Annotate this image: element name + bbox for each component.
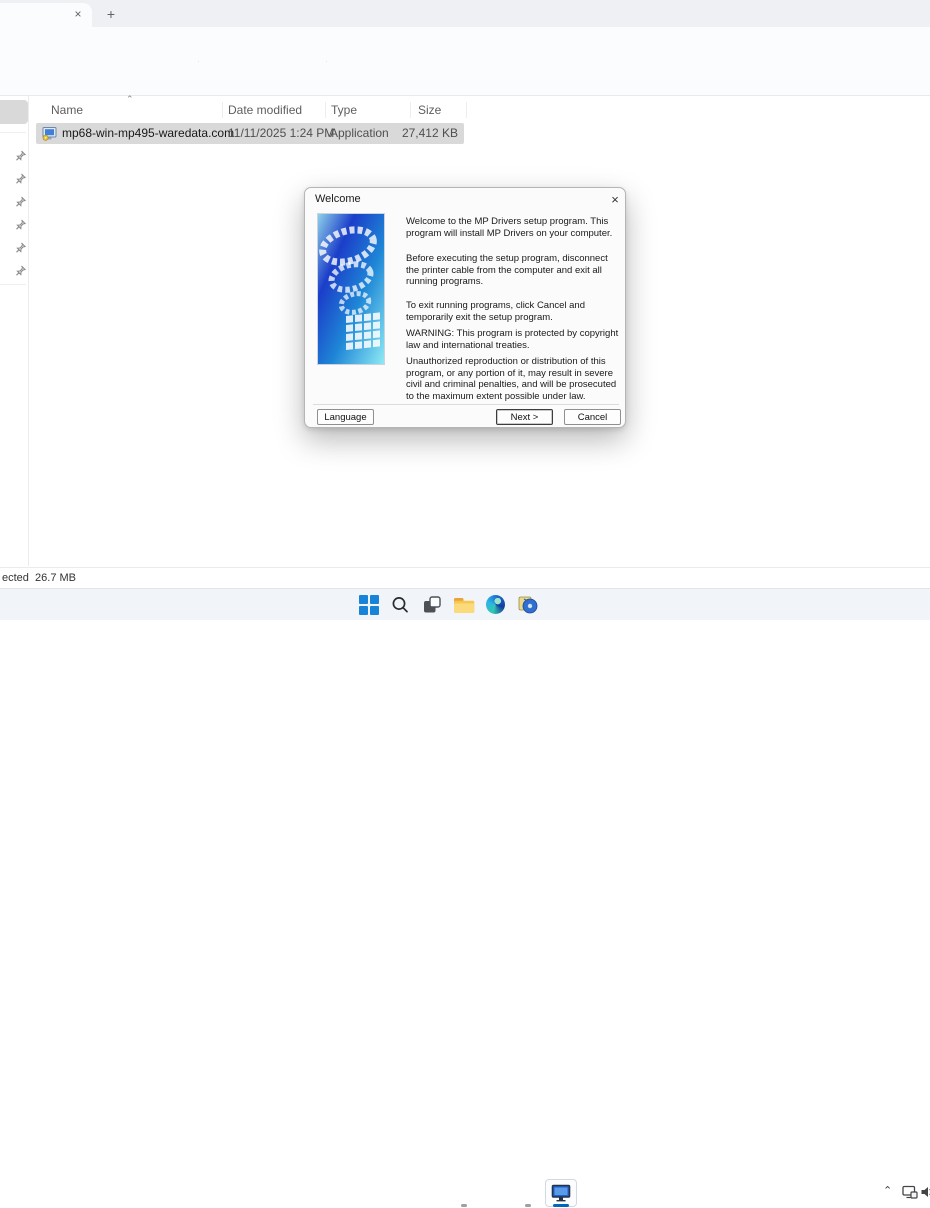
- tab-close-icon[interactable]: ×: [70, 6, 86, 22]
- column-header-name[interactable]: Name: [51, 103, 83, 117]
- new-tab-button[interactable]: +: [102, 5, 120, 23]
- dialog-title: Welcome: [315, 193, 361, 205]
- table-row[interactable]: mp68-win-mp495-waredata.com 11/11/2025 1…: [36, 123, 464, 144]
- sidebar-selected-item[interactable]: [0, 100, 28, 124]
- sidebar-divider: [28, 96, 29, 566]
- address-bar-row: ↑ › New folder ⌄ ↻: [0, 62, 930, 155]
- active-window-button[interactable]: [545, 1179, 577, 1207]
- tray-speaker-icon[interactable]: [920, 1185, 930, 1204]
- active-app-indicator: [553, 1204, 569, 1207]
- dialog-paragraph: Before executing the setup program, disc…: [406, 253, 608, 287]
- file-date-modified: 11/11/2025 1:24 PM: [228, 126, 335, 140]
- dialog-paragraph: To exit running programs, click Cancel a…: [406, 300, 586, 323]
- task-view-icon[interactable]: [422, 595, 442, 615]
- application-file-icon: [42, 126, 57, 141]
- column-separator[interactable]: [466, 102, 467, 118]
- dialog-button-divider: [313, 404, 619, 405]
- pin-icon: [15, 194, 27, 207]
- tray-display-icon[interactable]: [902, 1185, 918, 1204]
- pin-icon: [15, 171, 27, 184]
- column-separator[interactable]: [410, 102, 411, 118]
- dialog-paragraph: Welcome to the MP Drivers setup program.…: [406, 216, 613, 239]
- dialog-close-icon[interactable]: ×: [607, 191, 623, 207]
- language-button[interactable]: Language: [317, 409, 374, 425]
- file-explorer-icon[interactable]: [454, 595, 475, 615]
- pin-icon: [15, 263, 27, 276]
- column-header-size[interactable]: Size: [418, 103, 441, 117]
- file-size: 27,412 KB: [401, 126, 458, 140]
- status-bar: ected 26.7 MB: [0, 568, 930, 588]
- explorer-toolbar: ✂ A ⇅ Sort ⌄ ≡ View ⌄ •••: [0, 27, 930, 83]
- column-header-type[interactable]: Type: [331, 103, 357, 117]
- open-app-indicator: [461, 1204, 467, 1207]
- dialog-paragraph: Unauthorized reproduction or distributio…: [406, 356, 617, 402]
- dialog-paragraph: WARNING: This program is protected by co…: [406, 328, 619, 351]
- sort-ascending-icon: ⌃: [126, 94, 134, 104]
- setup-app-icon[interactable]: [518, 595, 538, 615]
- selection-status-text: ected 26.7 MB: [2, 572, 76, 584]
- column-separator[interactable]: [325, 102, 326, 118]
- sidebar-section-divider: [0, 284, 26, 285]
- column-separator[interactable]: [222, 102, 223, 118]
- tray-show-hidden-icon[interactable]: ⌃: [883, 1184, 892, 1197]
- taskbar: ⌃: [0, 588, 930, 1207]
- welcome-dialog: Welcome × Welcome to the MP Drivers setu…: [304, 187, 626, 428]
- sidebar-section-divider: [0, 132, 26, 133]
- cancel-button[interactable]: Cancel: [564, 409, 621, 425]
- column-header-date-modified[interactable]: Date modified: [228, 103, 302, 117]
- file-type: Application: [330, 126, 389, 140]
- explorer-tab-bar: × +: [0, 0, 930, 27]
- start-button[interactable]: [359, 595, 379, 615]
- pin-icon: [15, 217, 27, 230]
- edge-browser-icon[interactable]: [486, 595, 506, 615]
- search-icon[interactable]: [390, 595, 410, 615]
- open-app-indicator: [525, 1204, 531, 1207]
- next-button[interactable]: Next >: [496, 409, 553, 425]
- file-name: mp68-win-mp495-waredata.com: [62, 126, 235, 140]
- setup-artwork-image: [317, 213, 385, 365]
- pin-icon: [15, 240, 27, 253]
- pin-icon: [15, 148, 27, 161]
